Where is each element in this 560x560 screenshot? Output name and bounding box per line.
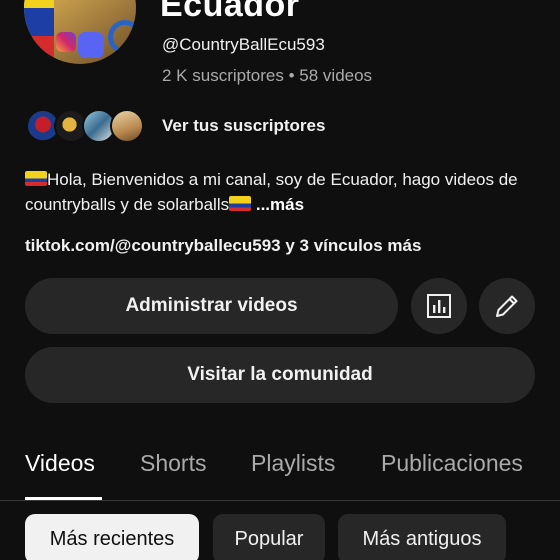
analytics-icon [427,294,451,318]
tab-videos[interactable]: Videos [25,450,95,477]
chip-popular[interactable]: Popular [213,514,325,560]
visit-community-button[interactable]: Visitar la comunidad [25,347,535,403]
chip-label: Más antiguos [362,527,482,550]
discord-icon [78,32,104,58]
ecuador-flag-icon [229,196,252,211]
channel-handle: @CountryBallEcu593 [162,35,325,54]
chip-label: Popular [234,527,304,550]
channel-avatar[interactable] [24,0,136,64]
active-tab-indicator [25,497,102,500]
subscriber-avatars [26,107,150,145]
manage-videos-label: Administrar videos [125,295,298,316]
tab-playlists[interactable]: Playlists [251,450,335,477]
instagram-icon [56,32,76,52]
channel-tabs: Videos Shorts Playlists Publicaciones [0,440,560,501]
channel-page: Ecuador @CountryBallEcu593 2 K suscripto… [0,0,560,560]
more-links-text[interactable]: y 3 vínculos más [281,236,421,255]
view-subscribers-link[interactable]: Ver tus suscriptores [162,116,325,136]
channel-links[interactable]: tiktok.com/@countryballecu593 y 3 víncul… [25,236,421,256]
ecuador-flag-icon [25,171,47,186]
channel-stats: 2 K suscriptores • 58 videos [162,66,373,85]
pencil-icon [496,295,518,317]
flag-graphic [24,0,54,64]
tab-publicaciones[interactable]: Publicaciones [381,450,523,477]
channel-name: Ecuador [160,0,300,24]
tiktok-link[interactable]: tiktok.com/@countryballecu593 [25,236,281,255]
channel-description[interactable]: Hola, Bienvenidos a mi canal, soy de Ecu… [25,167,540,217]
tab-shorts[interactable]: Shorts [140,450,206,477]
chip-label: Más recientes [49,527,175,550]
subscribers-row[interactable]: Ver tus suscriptores [26,107,325,145]
manage-videos-button[interactable]: Administrar videos [25,278,398,334]
analytics-button[interactable] [411,278,467,334]
visit-community-label: Visitar la comunidad [187,364,373,385]
chip-most-recent[interactable]: Más recientes [25,514,199,560]
edit-button[interactable] [479,278,535,334]
subscriber-avatar [110,109,144,143]
ring-graphic [108,20,136,54]
more-link[interactable]: ...más [256,195,304,214]
chip-oldest[interactable]: Más antiguos [338,514,506,560]
